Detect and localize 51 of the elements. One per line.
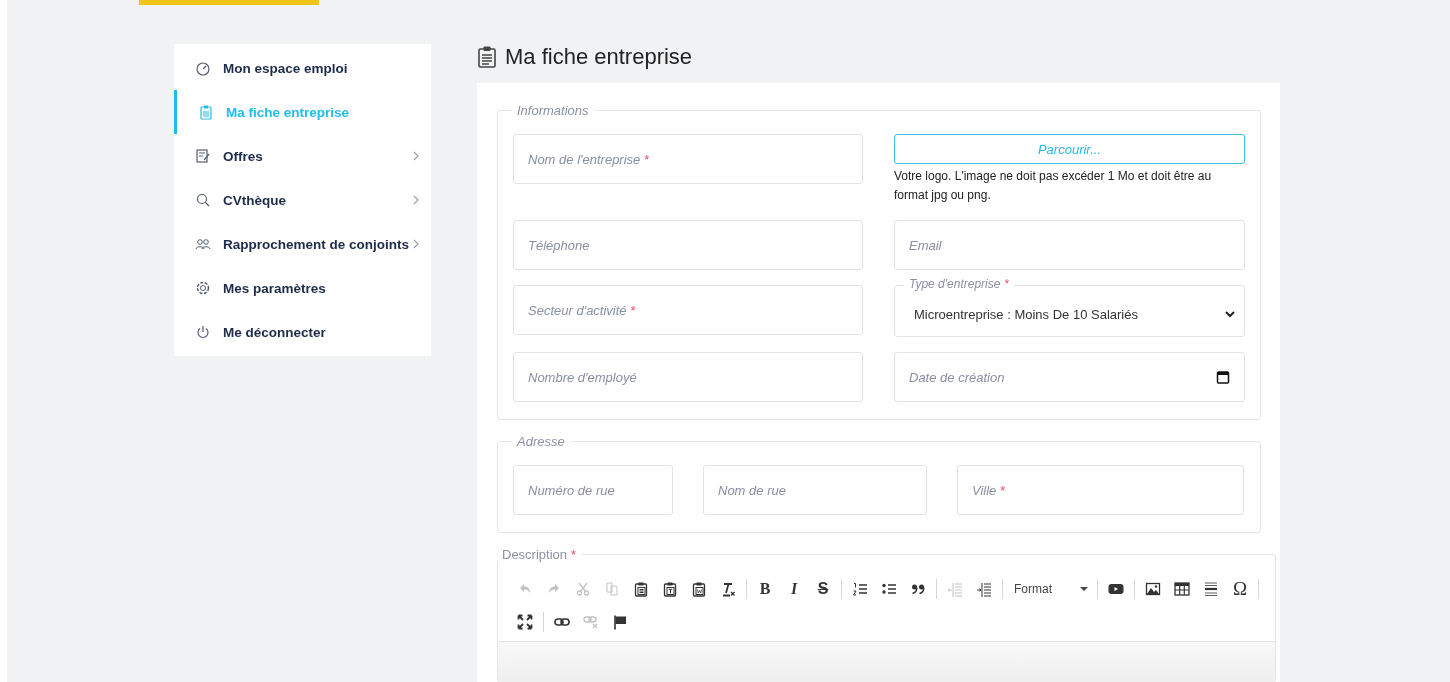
field-label: Type d'entreprise — [904, 277, 1001, 292]
sidebar-item[interactable]: Mon espace emploi — [174, 46, 431, 90]
chevron-right-icon — [411, 150, 421, 162]
edit-document-icon — [195, 148, 211, 164]
sidebar-item[interactable]: CVthèque — [174, 178, 431, 222]
help-text: Votre logo. L'image ne doit pas excéder 1 Mo et doit être au format jpg ou png. — [894, 168, 1213, 204]
flag-icon[interactable] — [612, 614, 628, 630]
page-title: Ma fiche entreprise — [505, 44, 693, 70]
section-legend: Description — [502, 547, 568, 562]
caret-icon — [1080, 586, 1088, 592]
section-legend: Informations — [511, 103, 595, 118]
numbered-list-icon[interactable] — [852, 581, 868, 597]
sidebar-item[interactable]: Rapprochement de conjoints — [174, 222, 431, 266]
sidebar-item[interactable]: Offres — [174, 134, 431, 178]
table-icon[interactable] — [1174, 581, 1190, 597]
text-field[interactable]: Nom de l'entreprise * — [513, 134, 863, 184]
gauge-icon — [195, 60, 211, 76]
paste-word-icon[interactable] — [691, 581, 707, 597]
paste-text-icon[interactable] — [662, 581, 678, 597]
calendar-icon[interactable] — [1216, 370, 1230, 384]
required-asterisk: * — [1000, 482, 1006, 498]
text-field[interactable]: Ville * — [957, 465, 1244, 515]
special-character-button[interactable]: Ω — [1227, 576, 1253, 602]
people-icon — [195, 236, 211, 252]
strikethrough-button[interactable]: S — [810, 576, 836, 602]
settings-icon — [195, 280, 211, 296]
power-icon — [195, 324, 211, 340]
format-dropdown[interactable]: Format — [1008, 576, 1092, 602]
clipboard-icon — [477, 45, 497, 69]
search-icon — [195, 192, 211, 208]
required-asterisk: * — [571, 547, 577, 562]
required-asterisk: * — [644, 151, 650, 167]
maximize-icon[interactable] — [517, 614, 533, 630]
clear-format-icon[interactable] — [720, 581, 736, 597]
bold-button[interactable]: B — [752, 576, 778, 602]
bulleted-list-icon[interactable] — [881, 581, 897, 597]
image-icon[interactable] — [1145, 581, 1161, 597]
paste-icon[interactable] — [633, 581, 649, 597]
sidebar-item[interactable]: Mes paramètres — [174, 266, 431, 310]
italic-button[interactable]: I — [781, 576, 807, 602]
horizontal-line-icon[interactable] — [1203, 581, 1219, 597]
chevron-down-icon — [1224, 308, 1236, 320]
sidebar-item[interactable]: Me déconnecter — [174, 310, 431, 354]
chevron-right-icon — [411, 238, 421, 250]
clipboard-icon — [198, 104, 214, 120]
chevron-right-icon — [411, 194, 421, 206]
video-icon[interactable] — [1108, 581, 1124, 597]
text-field[interactable]: Secteur d'activité * — [513, 285, 863, 335]
section-legend: Adresse — [511, 434, 571, 449]
required-asterisk: * — [630, 302, 636, 318]
indent-icon[interactable] — [976, 581, 992, 597]
